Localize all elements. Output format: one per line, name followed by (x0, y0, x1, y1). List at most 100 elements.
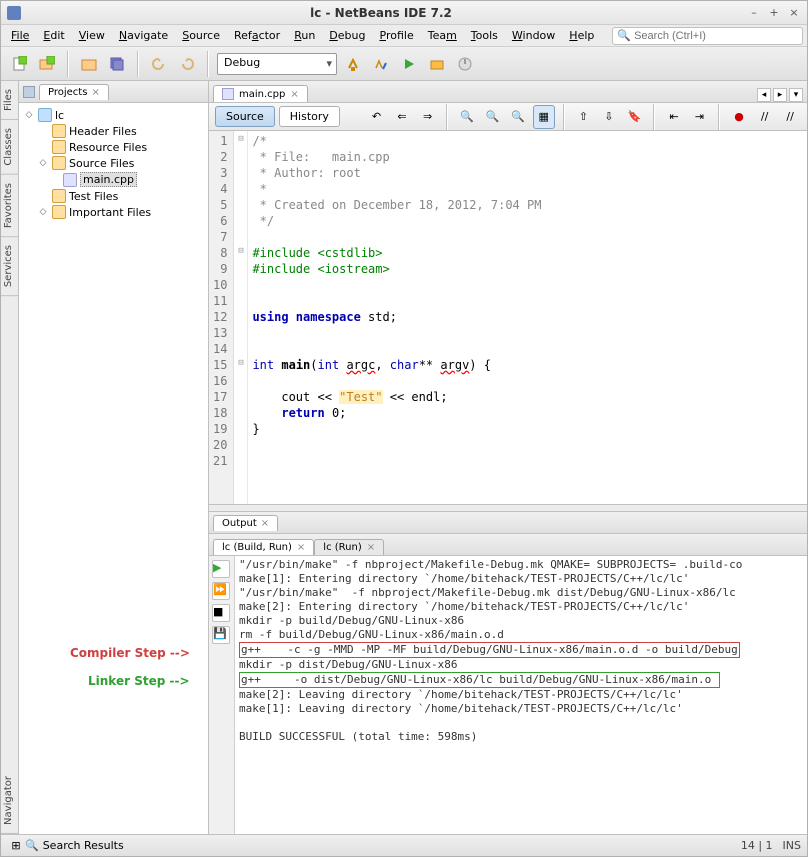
run-button[interactable] (397, 52, 421, 76)
output-scroll[interactable]: "/usr/bin/make" -f nbproject/Makefile-De… (235, 556, 807, 834)
tree-file-main[interactable]: main.cpp (23, 171, 204, 188)
rerun-button[interactable]: ▶ (212, 560, 230, 578)
menubar: File Edit View Navigate Source Refactor … (1, 25, 807, 47)
find-prev-button[interactable]: 🔍 (482, 105, 504, 129)
editor-area: main.cpp × ◂ ▸ ▾ Source History ↶ ⇐ ⇒ 🔍 … (209, 81, 807, 834)
close-icon[interactable]: × (261, 518, 269, 529)
menu-window[interactable]: Window (506, 27, 561, 44)
panel-icon (23, 86, 35, 98)
output-panel: lc (Build, Run) × lc (Run) × ▶ ⏩ ■ 💾 (209, 534, 807, 834)
menu-debug[interactable]: Debug (323, 27, 371, 44)
tree-folder[interactable]: Resource Files (23, 139, 204, 155)
rerun-all-button[interactable]: ⏩ (212, 582, 230, 600)
macro-record-button[interactable]: ● (728, 105, 750, 129)
splitter[interactable] (209, 504, 807, 512)
save-output-button[interactable]: 💾 (212, 626, 230, 644)
shift-right-button[interactable]: ⇥ (689, 105, 711, 129)
back-button[interactable]: ⇐ (391, 105, 413, 129)
menu-help[interactable]: Help (563, 27, 600, 44)
annotation-compiler: Compiler Step --> (70, 646, 190, 660)
menu-profile[interactable]: Profile (374, 27, 420, 44)
prev-tab-button[interactable]: ◂ (757, 88, 771, 102)
menu-run[interactable]: Run (288, 27, 321, 44)
redo-button[interactable] (175, 52, 199, 76)
undo-button[interactable] (147, 52, 171, 76)
quick-search[interactable]: 🔍 (612, 27, 803, 45)
close-icon[interactable]: × (91, 87, 99, 98)
debug-button[interactable] (425, 52, 449, 76)
output-panel-tab[interactable]: Output × (213, 515, 278, 531)
projects-tab[interactable]: Projects × (39, 84, 109, 100)
new-project-button[interactable] (35, 52, 59, 76)
output-subtabs: lc (Build, Run) × lc (Run) × (209, 534, 807, 556)
statusbar: ⊞ 🔍 Search Results 14 | 1 INS (1, 834, 807, 856)
shift-left-button[interactable]: ⇤ (663, 105, 685, 129)
left-sidebar-strip: Files Classes Favorites Services Navigat… (1, 81, 19, 834)
menu-tools[interactable]: Tools (465, 27, 504, 44)
comment-button[interactable]: // (754, 105, 776, 129)
app-icon (7, 6, 21, 20)
tree-folder[interactable]: Header Files (23, 123, 204, 139)
editor-tabs: main.cpp × ◂ ▸ ▾ (209, 81, 807, 103)
project-tree[interactable]: ◇lc Header Files Resource Files ◇Source … (19, 103, 208, 834)
side-tab-favorites[interactable]: Favorites (1, 175, 18, 237)
close-icon[interactable]: × (290, 89, 298, 100)
save-all-button[interactable] (105, 52, 129, 76)
new-file-button[interactable] (7, 52, 31, 76)
forward-button[interactable]: ⇒ (417, 105, 439, 129)
stop-button[interactable]: ■ (212, 604, 230, 622)
prev-bookmark-button[interactable]: ⇧ (573, 105, 595, 129)
close-icon[interactable]: × (787, 6, 801, 20)
output-toolbar: ▶ ⏩ ■ 💾 (209, 556, 235, 834)
uncomment-button[interactable]: // (779, 105, 801, 129)
tabs-dropdown-button[interactable]: ▾ (789, 88, 803, 102)
find-selection-button[interactable]: 🔍 (456, 105, 478, 129)
menu-source[interactable]: Source (176, 27, 226, 44)
code-content[interactable]: /* * File: main.cpp * Author: root * * C… (248, 131, 545, 504)
menu-team[interactable]: Team (422, 27, 463, 44)
side-tab-files[interactable]: Files (1, 81, 18, 120)
tree-folder[interactable]: ◇Important Files (23, 204, 204, 220)
next-bookmark-button[interactable]: ⇩ (598, 105, 620, 129)
clean-build-button[interactable] (369, 52, 393, 76)
close-icon[interactable]: × (367, 542, 375, 553)
find-next-button[interactable]: 🔍 (507, 105, 529, 129)
toggle-bookmark-button[interactable]: 🔖 (624, 105, 646, 129)
highlight-button[interactable]: ▦ (533, 105, 555, 129)
profile-button[interactable] (453, 52, 477, 76)
tree-folder[interactable]: ◇Source Files (23, 155, 204, 171)
search-results-button[interactable]: 🔍 Search Results (25, 839, 741, 852)
menu-edit[interactable]: Edit (37, 27, 70, 44)
cpp-file-icon (222, 88, 234, 100)
tasks-icon[interactable]: ⊞ (7, 837, 25, 855)
code-editor[interactable]: 123456789101112131415161718192021 ⊟⊟⊟ /*… (209, 131, 807, 504)
side-tab-services[interactable]: Services (1, 237, 18, 296)
history-view-button[interactable]: History (279, 106, 340, 127)
line-gutter: 123456789101112131415161718192021 (209, 131, 234, 504)
source-view-button[interactable]: Source (215, 106, 275, 127)
menu-refactor[interactable]: Refactor (228, 27, 286, 44)
file-tab-main[interactable]: main.cpp × (213, 85, 308, 102)
maximize-icon[interactable]: + (767, 6, 781, 20)
tree-folder[interactable]: Test Files (23, 188, 204, 204)
output-tab-run[interactable]: lc (Run) × (314, 539, 384, 555)
last-edit-button[interactable]: ↶ (366, 105, 388, 129)
menu-navigate[interactable]: Navigate (113, 27, 174, 44)
side-tab-classes[interactable]: Classes (1, 120, 18, 175)
search-icon: 🔍 (25, 839, 39, 852)
config-combo[interactable]: Debug (217, 53, 337, 75)
projects-header: Projects × (19, 81, 208, 103)
tree-project-root[interactable]: ◇lc (23, 107, 204, 123)
output-tab-build-run[interactable]: lc (Build, Run) × (213, 539, 314, 555)
build-button[interactable] (341, 52, 365, 76)
search-input[interactable] (634, 30, 798, 42)
side-tab-navigator[interactable]: Navigator (1, 768, 18, 834)
open-project-button[interactable] (77, 52, 101, 76)
close-icon[interactable]: × (297, 542, 305, 553)
main-toolbar: Debug (1, 47, 807, 81)
minimize-icon[interactable]: – (747, 6, 761, 20)
menu-file[interactable]: File (5, 27, 35, 44)
menu-view[interactable]: View (73, 27, 111, 44)
next-tab-button[interactable]: ▸ (773, 88, 787, 102)
fold-margin[interactable]: ⊟⊟⊟ (234, 131, 248, 504)
